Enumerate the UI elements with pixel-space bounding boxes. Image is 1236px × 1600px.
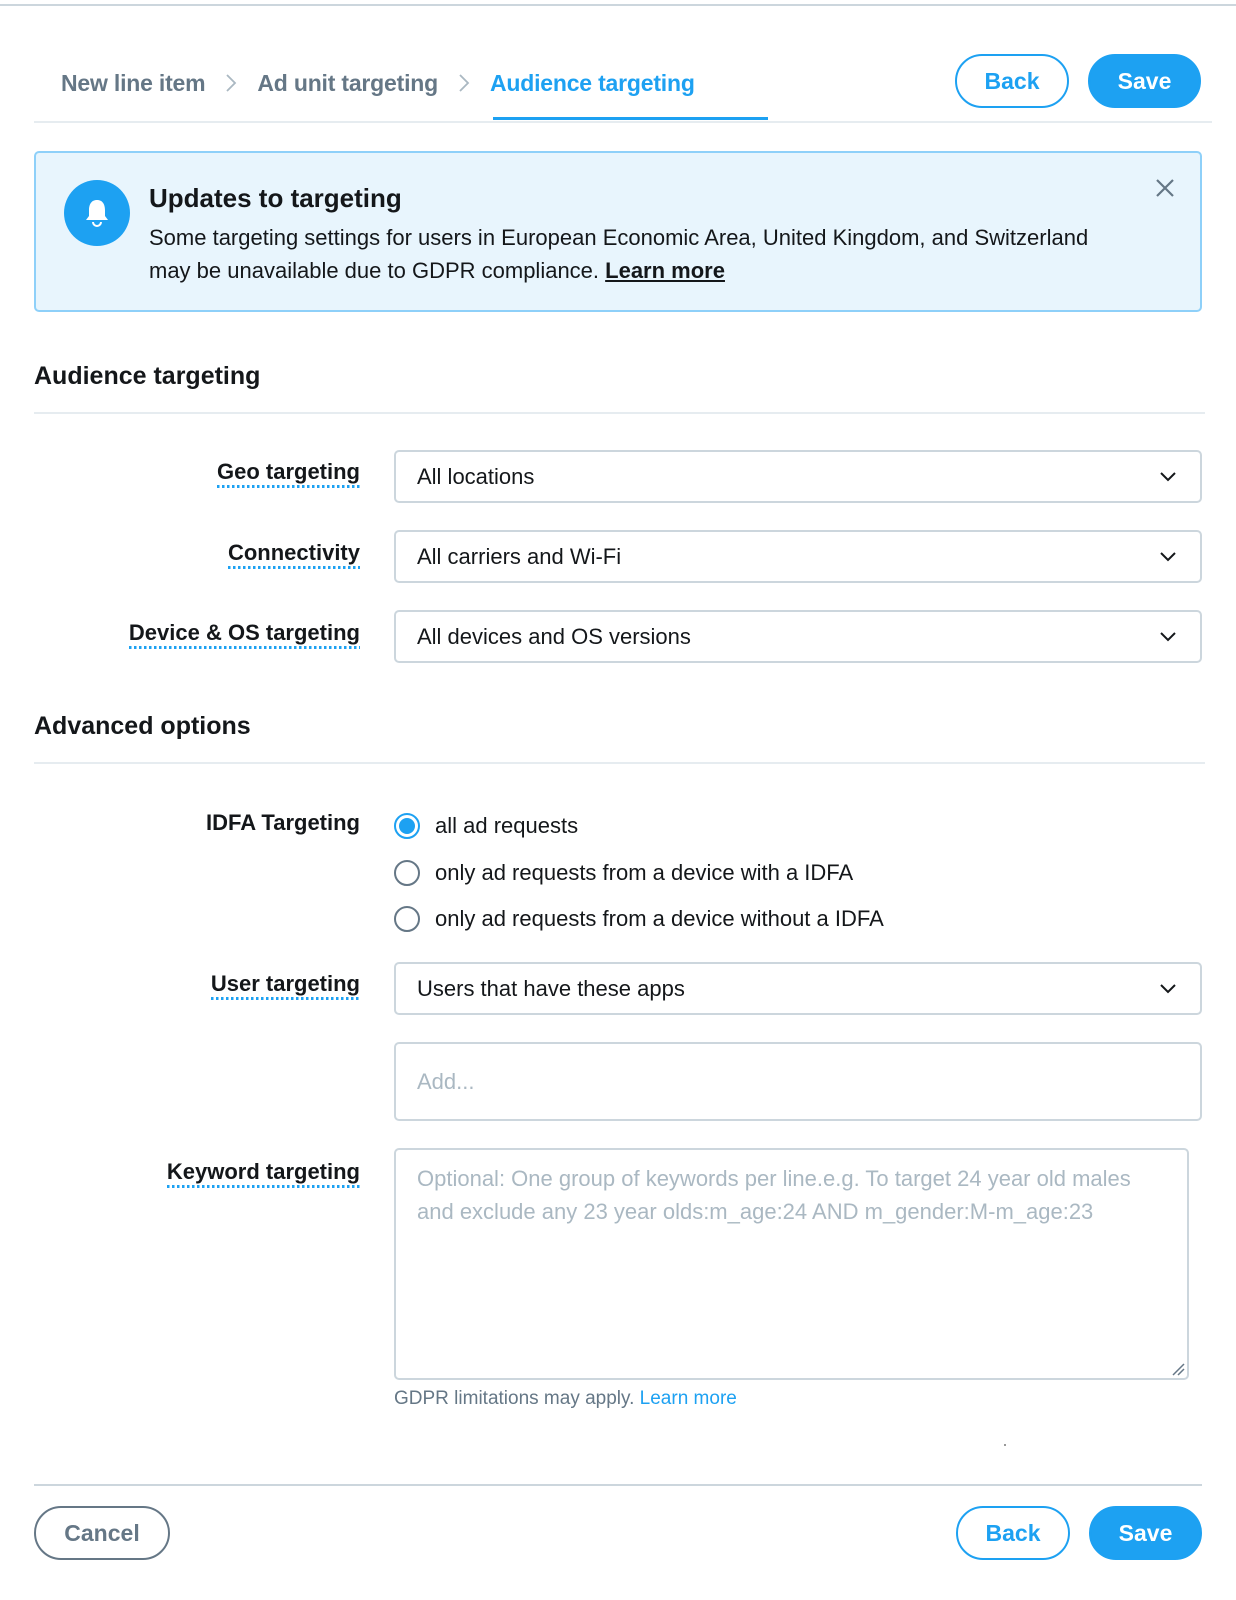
banner-message: Some targeting settings for users in Eur…	[149, 221, 1109, 287]
geo-targeting-value: All locations	[417, 463, 535, 489]
idfa-option-label: all ad requests	[435, 813, 579, 838]
idfa-option-without-idfa[interactable]: only ad requests from a device without a…	[394, 906, 884, 932]
cancel-button[interactable]: Cancel	[34, 1506, 170, 1560]
header-save-button[interactable]: Save	[1088, 54, 1201, 108]
breadcrumb-item-new-line-item[interactable]: New line item	[61, 70, 206, 97]
breadcrumb: New line item Ad unit targeting Audience…	[61, 66, 695, 100]
connectivity-value: All carriers and Wi-Fi	[417, 543, 622, 569]
close-icon[interactable]	[1152, 175, 1178, 201]
user-targeting-select[interactable]: Users that have these apps	[394, 962, 1202, 1015]
header-back-button[interactable]: Back	[955, 54, 1069, 108]
user-apps-add-input[interactable]	[394, 1042, 1202, 1121]
footer-divider	[34, 1484, 1202, 1486]
keyword-targeting-label[interactable]: Keyword targeting	[166, 1159, 360, 1188]
radio-button[interactable]	[394, 860, 420, 886]
idfa-option-with-idfa[interactable]: only ad requests from a device with a ID…	[394, 860, 853, 886]
chevron-down-icon	[1160, 984, 1176, 994]
chevron-right-icon	[458, 73, 470, 93]
chevron-right-icon	[225, 73, 237, 93]
connectivity-label[interactable]: Connectivity	[227, 540, 360, 569]
banner-learn-more-link[interactable]: Learn more	[605, 258, 725, 283]
gdpr-notice-banner: Updates to targeting Some targeting sett…	[34, 151, 1202, 312]
geo-targeting-label[interactable]: Geo targeting	[216, 459, 360, 488]
resize-handle-icon[interactable]	[1171, 1362, 1185, 1376]
connectivity-select[interactable]: All carriers and Wi-Fi	[394, 530, 1202, 583]
active-step-indicator	[493, 117, 768, 120]
idfa-targeting-label: IDFA Targeting	[206, 810, 360, 835]
audience-section-title: Audience targeting	[34, 362, 261, 390]
idfa-option-label: only ad requests from a device with a ID…	[435, 860, 854, 885]
helper-text: GDPR limitations may apply.	[394, 1388, 640, 1409]
idfa-option-all[interactable]: all ad requests	[394, 813, 578, 839]
geo-targeting-select[interactable]: All locations	[394, 450, 1202, 503]
keyword-targeting-textarea[interactable]	[394, 1148, 1189, 1380]
header-divider	[34, 121, 1212, 123]
footer-save-button[interactable]: Save	[1089, 1506, 1202, 1560]
chevron-down-icon	[1160, 632, 1176, 642]
bell-icon	[64, 180, 130, 246]
footer-back-button[interactable]: Back	[956, 1506, 1070, 1560]
chevron-down-icon	[1160, 472, 1176, 482]
section-divider	[34, 412, 1205, 414]
chevron-down-icon	[1160, 552, 1176, 562]
device-os-targeting-select[interactable]: All devices and OS versions	[394, 610, 1202, 663]
gdpr-helper-text: GDPR limitations may apply. Learn more	[394, 1388, 737, 1410]
device-os-targeting-value: All devices and OS versions	[417, 623, 691, 649]
idfa-option-label: only ad requests from a device without a…	[435, 906, 884, 931]
breadcrumb-item-ad-unit-targeting[interactable]: Ad unit targeting	[257, 70, 438, 97]
device-os-targeting-label[interactable]: Device & OS targeting	[128, 620, 360, 649]
radio-button-checked[interactable]	[394, 813, 420, 839]
breadcrumb-item-audience-targeting[interactable]: Audience targeting	[490, 70, 695, 97]
top-divider	[0, 4, 1236, 6]
user-targeting-value: Users that have these apps	[417, 975, 685, 1001]
user-targeting-label[interactable]: User targeting	[210, 971, 360, 1000]
helper-learn-more-link[interactable]: Learn more	[640, 1388, 737, 1409]
advanced-section-title: Advanced options	[34, 712, 251, 740]
radio-button[interactable]	[394, 906, 420, 932]
stray-mark	[1004, 1444, 1006, 1446]
banner-title: Updates to targeting	[149, 183, 402, 213]
section-divider	[34, 762, 1205, 764]
